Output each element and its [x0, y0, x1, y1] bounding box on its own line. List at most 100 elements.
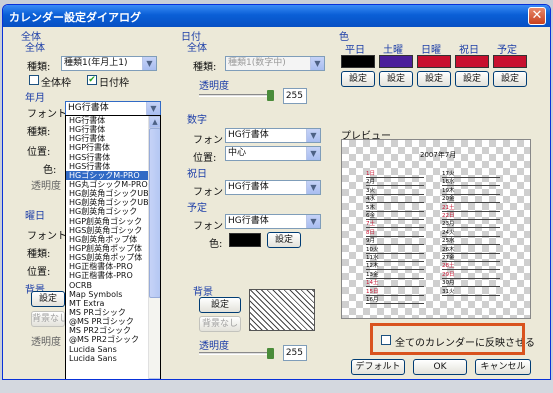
preview-calendar-title: 2007年7月	[420, 151, 457, 159]
font-list-item[interactable]: HG行書体	[66, 116, 160, 125]
font-list-item[interactable]: HG創英角ゴシック	[66, 207, 160, 216]
num-position-value: 中心	[228, 148, 247, 158]
font-list-item[interactable]: HG行書体	[66, 134, 160, 143]
ym-font-select[interactable]: HG行書体 ▼	[65, 101, 161, 116]
font-list-item[interactable]: HG正楷書体-PRO	[66, 262, 160, 271]
chevron-down-icon: ▼	[310, 57, 324, 70]
font-list-item[interactable]: HGS行書体	[66, 153, 160, 162]
day-frame-checkbox[interactable]: ✔	[87, 75, 97, 85]
font-list-item[interactable]: HGP行書体	[66, 143, 160, 152]
overall-group-label: 全体	[25, 43, 45, 54]
hol-font-value: HG行書体	[228, 182, 269, 192]
schedule-group-label: 予定	[187, 203, 207, 214]
font-list-item[interactable]: HG丸ゴシックM-PRO	[66, 180, 160, 189]
chevron-down-icon: ▼	[146, 102, 160, 115]
font-list-item[interactable]: HGS行書体	[66, 162, 160, 171]
overall-kind-select[interactable]: 種類1(年月上1) ▼	[61, 56, 157, 71]
cancel-button[interactable]: キャンセル	[475, 359, 531, 375]
font-list-item[interactable]: OCRB	[66, 281, 160, 290]
font-list-item[interactable]: HGS創英角ポップ体	[66, 253, 160, 262]
font-list-item[interactable]: HG創英角ポップ体	[66, 235, 160, 244]
year-month-group-label: 年月	[25, 93, 45, 104]
num-font-select[interactable]: HG行書体 ▼	[225, 128, 321, 143]
font-list-item[interactable]: HG創英角ゴシックUB	[66, 198, 160, 207]
color-label: 土曜	[383, 45, 403, 56]
chevron-down-icon: ▼	[306, 147, 320, 160]
wd-font-label: フォント:	[27, 231, 71, 242]
wd-kind-label: 種類:	[27, 249, 51, 260]
font-list-item[interactable]: MT Extra	[66, 299, 160, 308]
color-label: 予定	[497, 45, 517, 56]
mid-opacity-thumb[interactable]	[267, 348, 274, 359]
weekday-group-label: 曜日	[25, 211, 45, 222]
font-list-item[interactable]: HGP創英角ポップ体	[66, 244, 160, 253]
font-list-item[interactable]: HG行書体	[66, 125, 160, 134]
color-settings-button[interactable]: 設定	[455, 71, 489, 87]
default-button[interactable]: デフォルト	[351, 359, 405, 375]
calendar-preview: 2007年7月 1日 2月 3火 4水 5木 6金 7土 8日 9月 10火 11水 12木 13金 14…	[341, 139, 531, 319]
date-kind-select[interactable]: 種類1(数字中) ▼	[225, 56, 325, 71]
mid-background-group-label: 背景	[193, 287, 213, 298]
all-frame-checkbox[interactable]	[29, 75, 39, 85]
font-list-item[interactable]: HG創英角ゴシックUB	[66, 189, 160, 198]
schedule-color-settings-button[interactable]: 設定	[267, 232, 301, 248]
left-background-none-button[interactable]: 背景なし	[31, 311, 68, 327]
scroll-thumb[interactable]	[149, 128, 160, 298]
color-settings-button[interactable]: 設定	[417, 71, 451, 87]
font-dropdown-list[interactable]: HG行書体 HG行書体 HG行書体 HGP行書体 HGS行書体 HGS行書体 HGゴシックM…	[65, 115, 161, 379]
date-opacity-slider[interactable]	[199, 94, 273, 97]
color-settings-button[interactable]: 設定	[493, 71, 527, 87]
date-opacity-value[interactable]: 255	[283, 88, 307, 104]
background-pattern-preview	[249, 289, 315, 331]
close-button[interactable]: ✕	[528, 7, 546, 25]
color-settings-button[interactable]: 設定	[379, 71, 413, 87]
color-label: 日曜	[421, 45, 441, 56]
mid-background-settings-button[interactable]: 設定	[199, 297, 241, 313]
sch-font-select[interactable]: HG行書体 ▼	[225, 214, 321, 229]
holiday-group-label: 祝日	[187, 169, 207, 180]
chevron-down-icon: ▼	[306, 129, 320, 142]
hol-font-select[interactable]: HG行書体 ▼	[225, 180, 321, 195]
chevron-down-icon: ▼	[306, 215, 320, 228]
ym-kind-label: 種類:	[27, 127, 51, 138]
num-position-select[interactable]: 中心 ▼	[225, 146, 321, 161]
font-list-item[interactable]: HGP創英角ゴシック	[66, 217, 160, 226]
font-list-item[interactable]: HGS創英角ゴシック	[66, 226, 160, 235]
ym-position-label: 位置:	[27, 147, 51, 158]
ym-font-label: フォント:	[27, 109, 71, 120]
scroll-up-icon[interactable]: ▲	[149, 116, 160, 128]
window-title: カレンダー設定ダイアログ	[9, 11, 141, 24]
sch-color-label: 色:	[209, 239, 223, 250]
left-opacity-label: 透明度	[31, 337, 61, 348]
mid-opacity-label: 透明度	[199, 341, 229, 352]
left-background-settings-button[interactable]: 設定	[31, 291, 65, 307]
font-list-scrollbar[interactable]: ▲ ▼	[148, 116, 160, 379]
calendar-day-line	[442, 294, 500, 296]
font-list-item[interactable]: Lucida Sans	[66, 354, 160, 363]
all-frame-label: 全体枠	[41, 78, 71, 89]
font-list-item[interactable]: MS PRゴシック	[66, 308, 160, 317]
num-position-label: 位置:	[193, 153, 217, 164]
ok-button[interactable]: OK	[413, 359, 467, 375]
font-list-items: HG行書体 HG行書体 HG行書体 HGP行書体 HGS行書体 HGS行書体 HGゴシックM…	[66, 116, 160, 363]
date-opacity-thumb[interactable]	[267, 90, 274, 101]
font-list-item[interactable]: Map Symbols	[66, 290, 160, 299]
font-list-item[interactable]: @MS PR2ゴシック	[66, 335, 160, 344]
mid-opacity-value[interactable]: 255	[283, 345, 307, 361]
font-list-item[interactable]: @MS PRゴシック	[66, 317, 160, 326]
color-settings-button[interactable]: 設定	[341, 71, 375, 87]
font-list-item[interactable]: HG正楷書体-PRO	[66, 271, 160, 280]
font-list-item[interactable]: MS PR2ゴシック	[66, 326, 160, 335]
title-bar[interactable]: カレンダー設定ダイアログ ✕	[3, 5, 550, 27]
mid-opacity-slider[interactable]	[199, 352, 273, 355]
number-group-label: 数字	[187, 115, 207, 126]
font-list-item[interactable]: Lucida Sans	[66, 345, 160, 354]
chevron-down-icon: ▼	[306, 181, 320, 194]
sch-font-value: HG行書体	[228, 216, 269, 226]
apply-all-highlight	[370, 323, 525, 355]
chevron-down-icon: ▼	[142, 57, 156, 70]
overall-kind-value: 種類1(年月上1)	[64, 58, 128, 68]
font-list-item[interactable]: HGゴシックM-PRO	[66, 170, 160, 180]
mid-background-none-button[interactable]: 背景なし	[199, 316, 241, 332]
color-label: 祝日	[459, 45, 479, 56]
